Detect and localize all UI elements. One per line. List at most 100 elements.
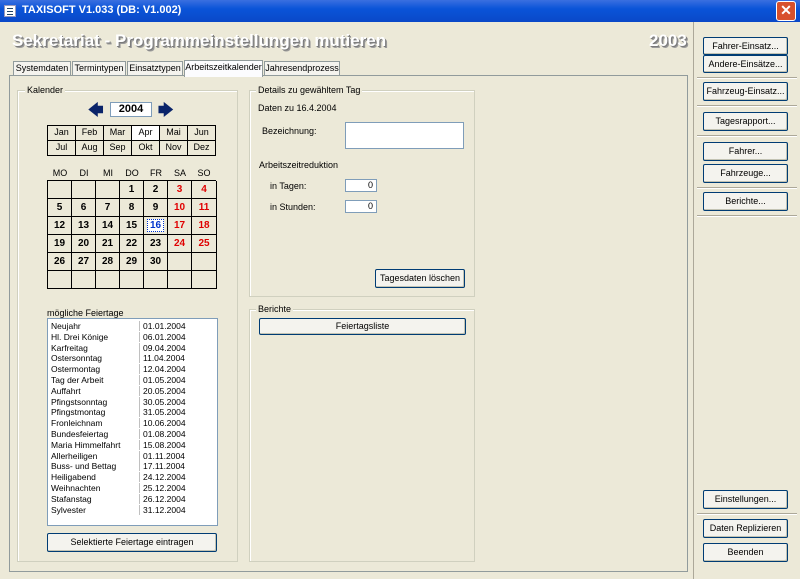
day-cell[interactable]: 21 <box>96 235 120 253</box>
list-item[interactable]: Sylvester 31.12.2004 <box>50 504 215 515</box>
holiday-name: Pfingstmontag <box>50 407 140 418</box>
holiday-name: Ostersonntag <box>50 353 140 364</box>
stunden-field[interactable]: 0 <box>345 200 377 213</box>
day-cell[interactable]: 29 <box>120 253 144 271</box>
beenden-button[interactable]: Beenden <box>703 543 788 562</box>
day-cell[interactable]: 18 <box>192 217 217 235</box>
list-item[interactable]: Fronleichnam 10.06.2004 <box>50 418 215 429</box>
day-cell[interactable]: 1 <box>120 181 144 199</box>
list-item[interactable]: Heiligabend 24.12.2004 <box>50 472 215 483</box>
month-mar[interactable]: Mar <box>104 126 132 141</box>
day-number: 2 <box>152 184 159 195</box>
prev-year-arrow-icon[interactable]: 🡄 <box>88 100 104 125</box>
day-cell[interactable]: 30 <box>144 253 168 271</box>
list-item[interactable]: Karfreitag 09.04.2004 <box>50 342 215 353</box>
bezeichnung-field[interactable] <box>345 122 464 149</box>
month-jun[interactable]: Jun <box>188 126 216 141</box>
fahrer-einsatz-button[interactable]: Fahrer-Einsatz... <box>703 37 788 55</box>
holiday-date: 25.12.2004 <box>143 483 186 493</box>
holiday-date: 30.05.2004 <box>143 396 186 407</box>
feiertage-eintragen-button[interactable]: Selektierte Feiertage eintragen <box>47 533 217 552</box>
month-aug[interactable]: Aug <box>76 141 104 156</box>
day-cell[interactable]: 7 <box>96 199 120 217</box>
list-item[interactable]: Ostermontag 12.04.2004 <box>50 364 215 375</box>
tage-field[interactable]: 0 <box>345 179 377 192</box>
day-cell[interactable]: 5 <box>48 199 72 217</box>
fahrzeuge-button[interactable]: Fahrzeuge... <box>703 164 788 183</box>
list-item[interactable]: Neujahr 01.01.2004 <box>50 321 215 331</box>
month-nov[interactable]: Nov <box>160 141 188 156</box>
next-year-arrow-icon[interactable]: 🡆 <box>158 100 174 125</box>
tagesdaten-loeschen-button[interactable]: Tagesdaten löschen <box>375 269 465 288</box>
day-cell[interactable]: 2 <box>144 181 168 199</box>
andere-einsaetze-button[interactable]: Andere-Einsätze... <box>703 55 788 73</box>
month-jul[interactable]: Jul <box>48 141 76 156</box>
day-cell[interactable]: 16 <box>144 217 168 235</box>
day-number: 27 <box>77 256 90 267</box>
day-cell[interactable]: 17 <box>168 217 192 235</box>
list-item[interactable]: Stafanstag 26.12.2004 <box>50 493 215 504</box>
list-item[interactable]: Bundesfeiertag 01.08.2004 <box>50 429 215 439</box>
list-item[interactable]: Pfingstmontag 31.05.2004 <box>50 407 215 418</box>
month-mai[interactable]: Mai <box>160 126 188 141</box>
list-item[interactable]: Pfingstsonntag 30.05.2004 <box>50 396 215 407</box>
day-cell[interactable]: 12 <box>48 217 72 235</box>
list-item[interactable]: Tag der Arbeit 01.05.2004 <box>50 375 215 385</box>
tab-arbeitszeitkalender[interactable]: Arbeitszeitkalender <box>184 60 263 77</box>
day-cell[interactable]: 27 <box>72 253 96 271</box>
day-cell[interactable]: 23 <box>144 235 168 253</box>
tab-einsatztypen[interactable]: Einsatztypen <box>127 61 183 76</box>
day-cell[interactable]: 26 <box>48 253 72 271</box>
day-cell[interactable]: 9 <box>144 199 168 217</box>
feiertagsliste-button[interactable]: Feiertagsliste <box>259 318 466 335</box>
tagesrapport-button[interactable]: Tagesrapport... <box>703 112 788 131</box>
fahrer-button[interactable]: Fahrer... <box>703 142 788 161</box>
month-sep[interactable]: Sep <box>104 141 132 156</box>
tab-jahresendprozess[interactable]: Jahresendprozess <box>264 61 340 76</box>
holiday-date: 24.12.2004 <box>143 472 186 483</box>
month-okt[interactable]: Okt <box>132 141 160 156</box>
list-item[interactable]: Hl. Drei Könige 06.01.2004 <box>50 331 215 342</box>
list-item[interactable]: Maria Himmelfahrt 15.08.2004 <box>50 439 215 450</box>
day-cell[interactable]: 10 <box>168 199 192 217</box>
holiday-list[interactable]: Neujahr 01.01.2004 Hl. Drei Könige 06.01.20… <box>47 318 218 526</box>
list-item[interactable]: Allerheiligen 01.11.2004 <box>50 450 215 461</box>
day-cell[interactable]: 14 <box>96 217 120 235</box>
month-feb[interactable]: Feb <box>76 126 104 141</box>
day-cell[interactable]: 6 <box>72 199 96 217</box>
sidebar-separator <box>697 105 797 107</box>
daten-replizieren-button[interactable]: Daten Replizieren <box>703 519 788 538</box>
berichte-button[interactable]: Berichte... <box>703 192 788 211</box>
day-cell[interactable]: 20 <box>72 235 96 253</box>
day-cell[interactable]: 15 <box>120 217 144 235</box>
list-item[interactable]: Buss- und Bettag 17.11.2004 <box>50 461 215 472</box>
fahrzeug-einsatz-button[interactable]: Fahrzeug-Einsatz... <box>703 82 788 101</box>
day-cell[interactable]: 11 <box>192 199 217 217</box>
month-jan[interactable]: Jan <box>48 126 76 141</box>
day-cell[interactable]: 22 <box>120 235 144 253</box>
tab-termintypen[interactable]: Termintypen <box>72 61 126 76</box>
day-cell[interactable]: 3 <box>168 181 192 199</box>
day-cell[interactable]: 19 <box>48 235 72 253</box>
tab-systemdaten[interactable]: Systemdaten <box>13 61 71 76</box>
einstellungen-button[interactable]: Einstellungen... <box>703 490 788 509</box>
month-dez[interactable]: Dez <box>188 141 216 156</box>
tage-label: in Tagen: <box>270 181 307 191</box>
holiday-name: Auffahrt <box>50 385 140 396</box>
list-item[interactable]: Weihnachten 25.12.2004 <box>50 483 215 493</box>
year-field[interactable]: 2004 <box>110 102 152 117</box>
list-item[interactable]: Auffahrt 20.05.2004 <box>50 385 215 396</box>
day-cell <box>144 271 168 289</box>
list-item[interactable]: Ostersonntag 11.04.2004 <box>50 353 215 364</box>
close-button[interactable]: ✕ <box>776 1 796 21</box>
weekday-sa: SA <box>173 168 186 178</box>
day-number: 14 <box>101 220 114 231</box>
day-cell[interactable]: 25 <box>192 235 217 253</box>
day-cell[interactable]: 13 <box>72 217 96 235</box>
day-cell[interactable]: 8 <box>120 199 144 217</box>
day-cell[interactable]: 28 <box>96 253 120 271</box>
month-apr[interactable]: Apr <box>132 126 160 141</box>
day-cell[interactable]: 4 <box>192 181 217 199</box>
day-cell[interactable]: 24 <box>168 235 192 253</box>
window-title: TAXISOFT V1.033 (DB: V1.002) <box>22 4 182 16</box>
